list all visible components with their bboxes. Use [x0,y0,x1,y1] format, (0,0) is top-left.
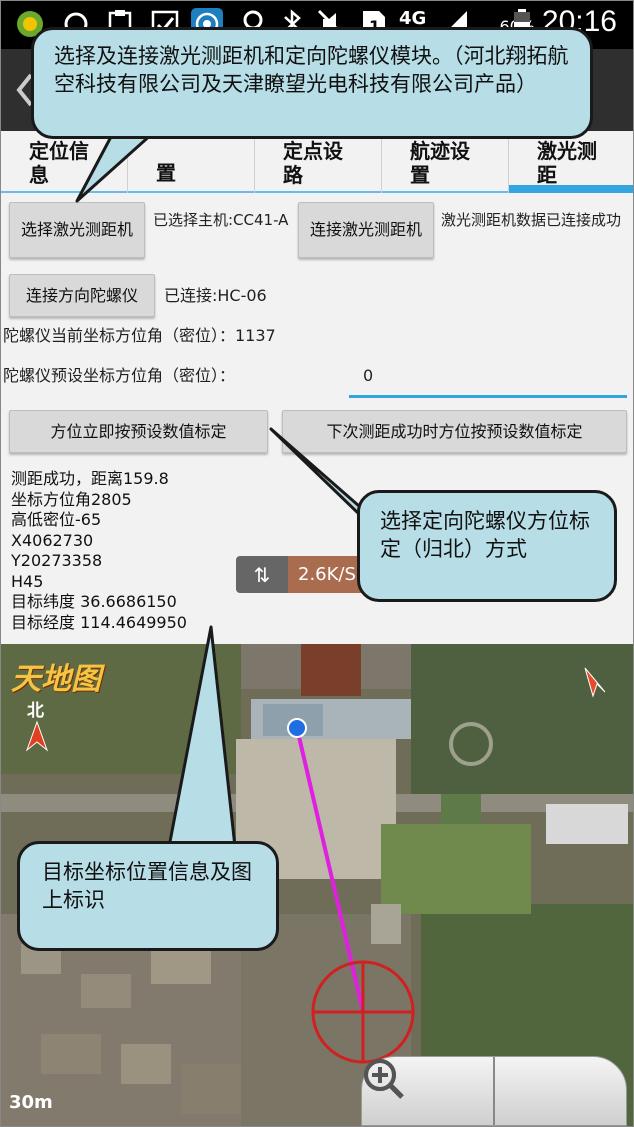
connect-gyro-button[interactable]: 连接方向陀螺仪 [9,274,155,317]
result-line: 测距成功，距离159.8 [11,469,169,488]
callout-top: 选择及连接激光测距机和定向陀螺仪模块。（河北翔拓航空科技有限公司及天津瞭望光电科… [31,27,593,139]
laser-status-text: 激光测距机数据已连接成功 [441,211,622,229]
zoom-in-button[interactable] [364,1057,626,1125]
gyro-preset-label: 陀螺仪预设坐标方位角（密位）： [3,366,236,385]
gyro-current-azimuth: 陀螺仪当前坐标方位角（密位）：1137 [3,326,276,345]
tab-bar: 定位信息 置 定点设路 航迹设置 激光测距 [1,131,633,193]
gyro-preset-input[interactable]: 0 [363,365,373,386]
select-laser-button[interactable]: 选择激光测距机 [9,202,145,258]
laser-selected-text: 已选择主机:CC41-A [153,211,289,229]
result-line: X4062730 [11,530,94,550]
callout-left: 目标坐标位置信息及图上标识 [17,841,279,951]
connect-laser-button[interactable]: 连接激光测距机 [298,202,434,258]
result-line: Y20273358 [11,551,103,570]
map-scale: 30m [9,1092,53,1113]
tab-track-settings[interactable]: 航迹设置 [382,131,509,193]
result-line: 目标纬度 36.6686150 [11,592,177,611]
north-label: 北 [27,701,44,721]
tab-waypoint-route[interactable]: 定点设路 [255,131,382,193]
zoom-in-icon [364,1059,404,1099]
tab-label: 航迹设置 [410,139,470,187]
map-logo: 天地图 [11,662,101,697]
calibrate-now-button[interactable]: 方位立即按预设数值标定 [9,410,268,453]
result-line: 高低密位-65 [11,510,102,529]
tab-settings[interactable]: 置 [128,131,255,193]
gyro-status-text: 已连接:HC-06 [164,286,267,305]
result-line: 目标经度 114.4649950 [11,612,187,632]
app-screen: 1 4G 60% 20:16 定位信息 置 定点设路 航迹设置 [0,0,634,1127]
tab-position-info[interactable]: 定位信息 [1,131,128,193]
preset-input-underline [349,395,627,398]
callout-right: 选择定向陀螺仪方位标定（归北）方式 [357,490,617,602]
tab-label: 置 [156,161,176,185]
ranging-result: 测距成功，距离159.8 坐标方位角2805 高低密位-65 X4062730 … [11,469,187,633]
result-line: 坐标方位角2805 [11,489,132,509]
result-line: H45 [11,571,44,591]
transfer-speed-widget: ⇅ 2.6K/S [236,556,376,593]
calibrate-next-button[interactable]: 下次测距成功时方位按预设数值标定 [282,410,627,453]
zoom-controls [361,1056,627,1126]
tab-label: 定位信息 [29,139,89,187]
tab-laser-ranging[interactable]: 激光测距 [509,131,633,193]
tab-label: 定点设路 [283,139,343,187]
tab-label: 激光测距 [537,139,597,187]
transfer-arrows-icon: ⇅ [253,562,271,587]
current-position-marker [287,718,307,738]
